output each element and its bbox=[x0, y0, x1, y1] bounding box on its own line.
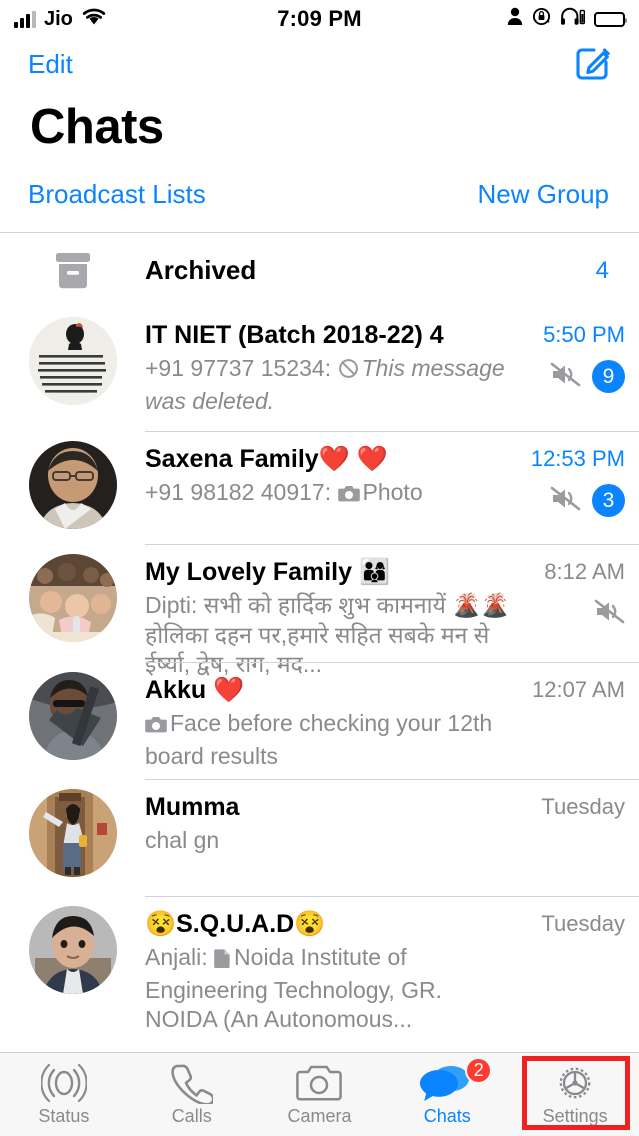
headphones-icon bbox=[560, 7, 586, 31]
chat-preview: +91 97737 15234: This message was delete… bbox=[145, 354, 517, 416]
avatar bbox=[0, 432, 145, 530]
chat-preview: chal gn bbox=[145, 826, 517, 855]
avatar bbox=[0, 897, 145, 995]
chat-preview-text: Face before checking your 12th board res… bbox=[145, 710, 493, 769]
chat-time: 12:07 AM bbox=[532, 677, 625, 703]
camera-icon bbox=[296, 1063, 343, 1103]
chat-time: Tuesday bbox=[541, 794, 625, 820]
chat-title: Mumma bbox=[145, 793, 240, 822]
nav-bar: Edit bbox=[0, 38, 639, 90]
document-icon bbox=[214, 946, 231, 975]
chat-row-it-niet[interactable]: IT NIET (Batch 2018-22) 4 +91 97737 1523… bbox=[0, 308, 639, 433]
archive-box-icon bbox=[0, 250, 145, 292]
avatar bbox=[0, 308, 145, 406]
chat-title: 😵S.Q.U.A.D😵 bbox=[145, 910, 326, 939]
camera-icon bbox=[145, 712, 167, 741]
status-bar-right bbox=[507, 7, 627, 31]
chat-list: Archived 4 IT NIET (Batch 2018-22) 4 +91… bbox=[0, 232, 639, 1032]
woman-doorway-avatar bbox=[28, 789, 117, 878]
boy-avatar bbox=[28, 906, 117, 995]
chat-preview-sender: Dipti: bbox=[145, 592, 204, 619]
chat-preview-text: chal gn bbox=[145, 827, 220, 854]
tab-label: Settings bbox=[542, 1105, 608, 1126]
rotation-lock-icon bbox=[532, 7, 551, 31]
chat-preview: +91 98182 40917: Photo bbox=[145, 478, 517, 510]
archived-count: 4 bbox=[595, 256, 609, 284]
chat-row-my-lovely-family[interactable]: My Lovely Family 👨‍👩‍👦 Dipti: सभी को हार… bbox=[0, 545, 639, 677]
tab-settings[interactable]: Settings bbox=[511, 1053, 639, 1136]
person-icon bbox=[507, 7, 523, 31]
chat-preview-sender: Anjali: bbox=[145, 944, 215, 971]
blocked-icon bbox=[338, 357, 359, 386]
tab-label: Chats bbox=[423, 1105, 471, 1126]
tab-bar: Status Calls Camera 2 Chats Settings bbox=[0, 1052, 639, 1136]
chat-title: My Lovely Family 👨‍👩‍👦 bbox=[145, 558, 391, 587]
man-sunglasses-avatar bbox=[28, 672, 117, 761]
chat-preview: Face before checking your 12th board res… bbox=[145, 709, 517, 771]
tab-camera[interactable]: Camera bbox=[256, 1053, 384, 1136]
chat-preview-sender: +91 98182 40917: bbox=[145, 479, 338, 506]
broadcast-lists-link[interactable]: Broadcast Lists bbox=[28, 179, 206, 210]
elderly-man-avatar bbox=[28, 441, 117, 530]
chat-row-mumma[interactable]: Mumma chal gn Tuesday bbox=[0, 780, 639, 898]
tab-label: Camera bbox=[287, 1105, 352, 1126]
tab-status[interactable]: Status bbox=[0, 1053, 128, 1136]
chat-row-squad[interactable]: 😵S.Q.U.A.D😵 Anjali: Noida Institute of E… bbox=[0, 897, 639, 1032]
mute-icon bbox=[594, 598, 625, 630]
status-bar: Jio 7:09 PM bbox=[0, 0, 639, 38]
battery-icon bbox=[594, 11, 627, 27]
camera-icon bbox=[337, 481, 360, 510]
tab-chats[interactable]: 2 Chats bbox=[383, 1053, 511, 1136]
status-rings-icon bbox=[40, 1063, 87, 1103]
chat-time: 12:53 PM bbox=[530, 446, 625, 472]
gear-icon bbox=[552, 1063, 598, 1103]
new-group-link[interactable]: New Group bbox=[478, 179, 610, 210]
whatsapp-chats-screen: Jio 7:09 PM Edit Chats Broadcast Lists N… bbox=[0, 0, 639, 1136]
avatar bbox=[0, 780, 145, 878]
carrier-label: Jio bbox=[44, 7, 73, 30]
tab-calls[interactable]: Calls bbox=[128, 1053, 256, 1136]
chat-title: Saxena Family❤️ ❤️ bbox=[145, 445, 388, 474]
avatar bbox=[0, 545, 145, 643]
chat-time: 5:50 PM bbox=[543, 322, 625, 348]
mute-icon bbox=[550, 485, 581, 517]
chat-preview-text: Photo bbox=[362, 479, 423, 506]
status-bar-left: Jio bbox=[14, 7, 107, 31]
tab-label: Calls bbox=[171, 1105, 212, 1126]
chat-time: 8:12 AM bbox=[544, 559, 625, 585]
chat-row-saxena-family[interactable]: Saxena Family❤️ ❤️ +91 98182 40917: Phot… bbox=[0, 432, 639, 546]
archived-label: Archived bbox=[145, 255, 257, 286]
archived-row[interactable]: Archived 4 bbox=[0, 233, 639, 308]
unread-badge: 3 bbox=[592, 484, 625, 518]
chat-title: Akku ❤️ bbox=[145, 676, 245, 705]
quote-image-avatar bbox=[28, 317, 117, 406]
page-title: Chats bbox=[30, 100, 164, 154]
avatar bbox=[0, 663, 145, 761]
signal-bars-icon bbox=[14, 10, 36, 28]
wifi-icon bbox=[81, 7, 107, 31]
tab-label: Status bbox=[38, 1105, 90, 1126]
unread-badge: 9 bbox=[592, 360, 625, 394]
edit-button[interactable]: Edit bbox=[28, 49, 73, 80]
chat-row-akku[interactable]: Akku ❤️ Face before checking your 12th b… bbox=[0, 663, 639, 781]
header-links: Broadcast Lists New Group bbox=[0, 153, 639, 210]
chat-preview-sender: +91 97737 15234: bbox=[145, 355, 338, 382]
chat-time: Tuesday bbox=[541, 911, 625, 937]
chat-preview: Anjali: Noida Institute of Engineering T… bbox=[145, 943, 517, 1034]
group-photo-avatar bbox=[28, 554, 117, 643]
phone-icon bbox=[170, 1063, 213, 1104]
chat-bubbles-icon: 2 bbox=[420, 1056, 493, 1103]
mute-icon bbox=[550, 361, 581, 393]
compose-icon[interactable] bbox=[573, 42, 613, 87]
chats-badge: 2 bbox=[465, 1056, 493, 1084]
chat-title: IT NIET (Batch 2018-22) 4 bbox=[145, 321, 444, 350]
